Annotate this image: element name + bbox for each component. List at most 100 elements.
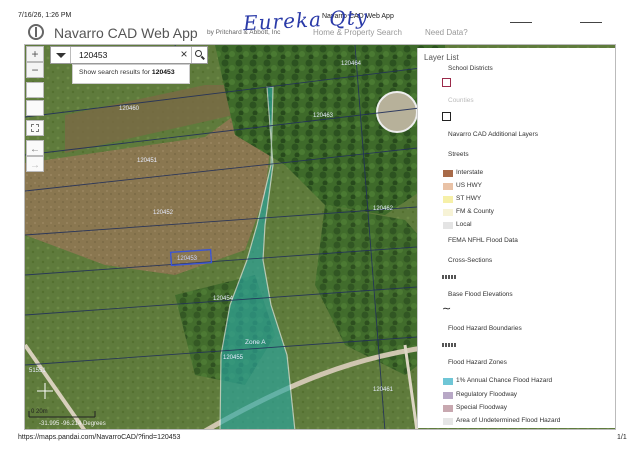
app-title: Navarro CAD Web App xyxy=(54,25,198,41)
legend-swatch-icon xyxy=(443,418,453,425)
legend-swatch-icon xyxy=(443,405,453,412)
fullscreen-button[interactable] xyxy=(26,120,44,136)
parcel-label: 120451 xyxy=(137,158,158,164)
layer-item-label: School Districts xyxy=(448,65,493,72)
parcel-label: 120463 xyxy=(313,113,334,119)
layer-item[interactable]: Counties xyxy=(418,96,616,108)
layer-item-label: Flood Hazard Zones xyxy=(448,359,507,366)
legend-swatch-icon xyxy=(443,209,453,216)
next-extent-button[interactable]: → xyxy=(26,156,44,172)
scale-bar-label: 0 20m xyxy=(31,409,48,415)
arrow-left-icon: ← xyxy=(30,144,40,155)
arrow-right-icon: → xyxy=(30,160,40,171)
header-widget-icon[interactable] xyxy=(510,22,532,23)
layer-item[interactable]: ST HWY xyxy=(418,194,616,206)
legend-swatch-icon xyxy=(443,170,453,177)
layer-item-label: Navarro CAD Additional Layers xyxy=(448,131,538,138)
selected-parcel-label[interactable]: 120453 xyxy=(177,256,197,262)
search-input[interactable] xyxy=(79,49,175,61)
search-icon xyxy=(195,50,202,57)
layer-item[interactable]: Interstate xyxy=(418,168,616,180)
layer-item-label: FM & County xyxy=(456,208,494,215)
nav-home-property-search[interactable]: Home & Property Search xyxy=(313,28,402,37)
nav-need-data[interactable]: Need Data? xyxy=(425,28,468,37)
layer-item-label: 1% Annual Chance Flood Hazard xyxy=(456,377,553,384)
previous-extent-button[interactable]: ← xyxy=(26,140,44,156)
legend-pattern-icon xyxy=(442,343,456,347)
header-menu-icon[interactable] xyxy=(580,22,602,23)
search-suggestion[interactable]: Show search results for 120453 xyxy=(72,64,190,84)
layer-item[interactable]: Area of Undetermined Flood Hazard xyxy=(418,416,616,428)
layer-item[interactable]: ∼ xyxy=(418,303,616,318)
zoom-in-button[interactable]: + xyxy=(26,46,44,62)
layer-item[interactable]: Local xyxy=(418,220,616,232)
coordinate-readout: -31.995 -96.214 Degrees xyxy=(39,421,106,427)
parcel-label: 120462 xyxy=(373,206,394,212)
app-header: Navarro CAD Web App by Pritchard & Abbot… xyxy=(22,22,622,44)
parcel-label: 120454 xyxy=(213,296,234,302)
locate-button[interactable] xyxy=(26,100,44,116)
layer-item[interactable]: Streets xyxy=(418,150,616,162)
layer-item-label: Interstate xyxy=(456,169,484,176)
parcel-label: 120455 xyxy=(223,355,244,361)
print-page-number: 1/1 xyxy=(617,434,627,441)
legend-swatch-icon xyxy=(443,196,453,203)
home-button[interactable] xyxy=(26,82,44,98)
layer-item[interactable] xyxy=(418,78,616,90)
legend-outline-icon xyxy=(442,78,451,87)
layer-item[interactable] xyxy=(418,340,616,352)
legend-swatch-icon xyxy=(443,378,453,385)
legend-line-icon: ∼ xyxy=(442,303,452,315)
parcel-label: 120464 xyxy=(341,61,362,67)
layer-item-label: FEMA NFHL Flood Data xyxy=(448,237,518,244)
print-date: 7/16/26, 1:26 PM xyxy=(18,12,72,19)
parcel-label: 120460 xyxy=(119,106,140,112)
parcel-label: 120461 xyxy=(373,387,394,393)
layer-item-label: Area of Undetermined Flood Hazard xyxy=(456,417,561,424)
layer-item[interactable]: US HWY xyxy=(418,181,616,193)
search-suggestion-prefix: Show search results for xyxy=(79,69,151,76)
legend-swatch-icon xyxy=(443,392,453,399)
layer-item-label: Flood Hazard Boundaries xyxy=(448,325,522,332)
layer-item-label: ST HWY xyxy=(456,195,482,202)
zoom-out-button[interactable]: − xyxy=(26,62,44,78)
layer-item-label: Regulatory Floodway xyxy=(456,391,518,398)
legend-swatch-icon xyxy=(443,222,453,229)
layer-item[interactable]: Base Flood Elevations xyxy=(418,290,616,302)
layer-item[interactable]: Navarro CAD Additional Layers xyxy=(418,130,616,142)
layer-item-label: Streets xyxy=(448,151,469,158)
parcel-label: 51551 xyxy=(29,368,46,374)
flood-zone-label: Zone A xyxy=(245,339,266,346)
legend-outline-icon xyxy=(442,112,451,121)
print-url: https://maps.pandai.com/NavarroCAD/?find… xyxy=(18,434,181,441)
layer-item[interactable]: FM & County xyxy=(418,207,616,219)
layer-item[interactable]: School Districts xyxy=(418,64,616,76)
layer-item-label: Base Flood Elevations xyxy=(448,291,513,298)
layer-item[interactable]: Special Floodway xyxy=(418,403,616,415)
layer-list-title: Layer List xyxy=(424,53,459,62)
legend-pattern-icon xyxy=(442,275,456,279)
layer-item[interactable]: FEMA NFHL Flood Data xyxy=(418,236,616,248)
layer-item-label: Counties xyxy=(448,97,474,104)
app-logo-icon xyxy=(28,24,44,40)
clear-search-icon[interactable]: × xyxy=(179,48,189,62)
layer-item[interactable]: Flood Hazard Boundaries xyxy=(418,324,616,336)
layer-list-panel: Layer List School Districts Counties Navar… xyxy=(417,48,615,428)
layer-item-label: US HWY xyxy=(456,182,482,189)
layer-item-label: Local xyxy=(456,221,472,228)
layer-item[interactable]: Cross-Sections xyxy=(418,256,616,268)
layer-item[interactable] xyxy=(418,112,616,124)
layer-item[interactable]: 1% Annual Chance Flood Hazard xyxy=(418,376,616,388)
layer-item-label: Cross-Sections xyxy=(448,257,493,264)
legend-swatch-icon xyxy=(443,183,453,190)
layer-item[interactable]: Regulatory Floodway xyxy=(418,390,616,402)
app-byline: by Pritchard & Abbott, Inc xyxy=(207,29,281,36)
layer-item[interactable] xyxy=(418,272,616,284)
parcel-label: 120452 xyxy=(153,210,174,216)
layer-item[interactable]: Flood Hazard Zones xyxy=(418,358,616,370)
search-widget: × xyxy=(50,46,208,64)
search-suggestion-term: 120453 xyxy=(151,69,175,76)
fullscreen-icon xyxy=(31,124,39,132)
search-button[interactable] xyxy=(191,47,207,63)
search-source-dropdown[interactable] xyxy=(51,47,71,63)
